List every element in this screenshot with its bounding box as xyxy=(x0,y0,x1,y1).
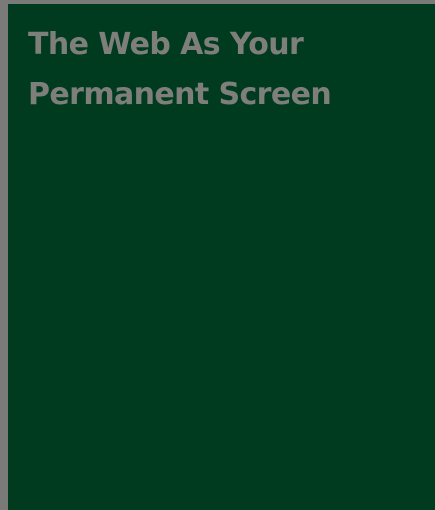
hero-title-line-1: The Web As Your xyxy=(28,27,304,62)
hero-panel: The Web As Your Permanent Screen xyxy=(8,4,435,510)
hero-title: The Web As Your Permanent Screen xyxy=(28,20,418,120)
hero-title-line-2: Permanent Screen xyxy=(28,77,332,112)
